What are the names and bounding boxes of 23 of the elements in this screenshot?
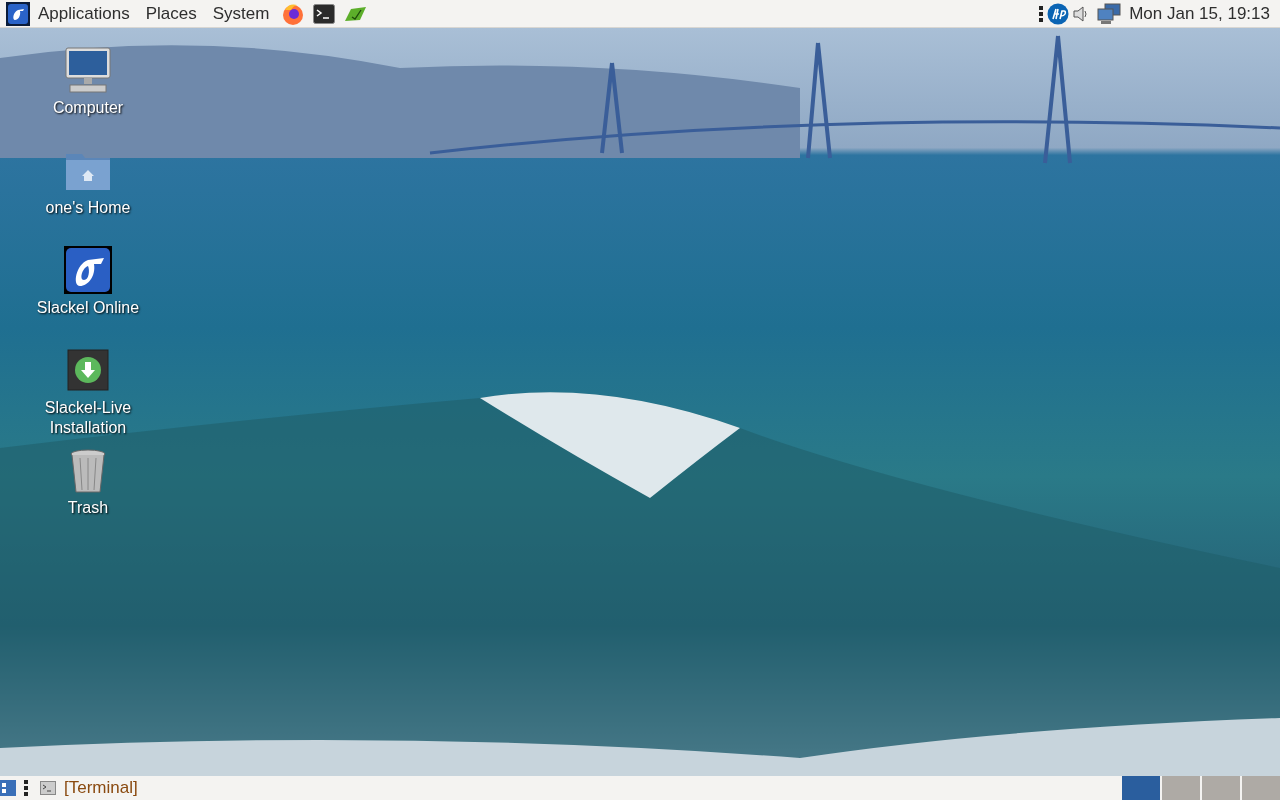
icon-label[interactable]: one's Home xyxy=(45,198,131,218)
slackel-logo-icon xyxy=(64,246,112,294)
menu-item[interactable]: Applications xyxy=(30,0,138,27)
menu-item[interactable]: System xyxy=(204,0,278,27)
printer-logo-icon[interactable] xyxy=(1047,2,1070,25)
drag-handle-icon xyxy=(1039,4,1044,23)
terminal-icon[interactable] xyxy=(313,3,336,24)
distro-logo-icon[interactable] xyxy=(6,1,30,26)
icon-label[interactable]: Slackel Online xyxy=(36,298,140,318)
icon-label[interactable]: Computer xyxy=(52,98,124,118)
computer-icon xyxy=(64,46,112,94)
icon-label[interactable]: Slackel-Live Installation xyxy=(28,398,148,438)
terminal-icon xyxy=(40,781,56,795)
clock[interactable]: Mon Jan 15, 19:13 xyxy=(1129,0,1270,27)
download-icon xyxy=(64,346,112,394)
taskbar-button[interactable]: [Terminal] xyxy=(36,775,142,800)
speaker-icon[interactable] xyxy=(1073,4,1090,23)
leaf-icon[interactable] xyxy=(343,4,368,23)
icon-label[interactable]: Trash xyxy=(67,498,109,518)
network-icon[interactable] xyxy=(1097,2,1122,25)
drag-handle-icon xyxy=(24,779,28,797)
show-desktop-icon[interactable] xyxy=(0,780,16,796)
menu-item[interactable]: Places xyxy=(137,0,205,27)
